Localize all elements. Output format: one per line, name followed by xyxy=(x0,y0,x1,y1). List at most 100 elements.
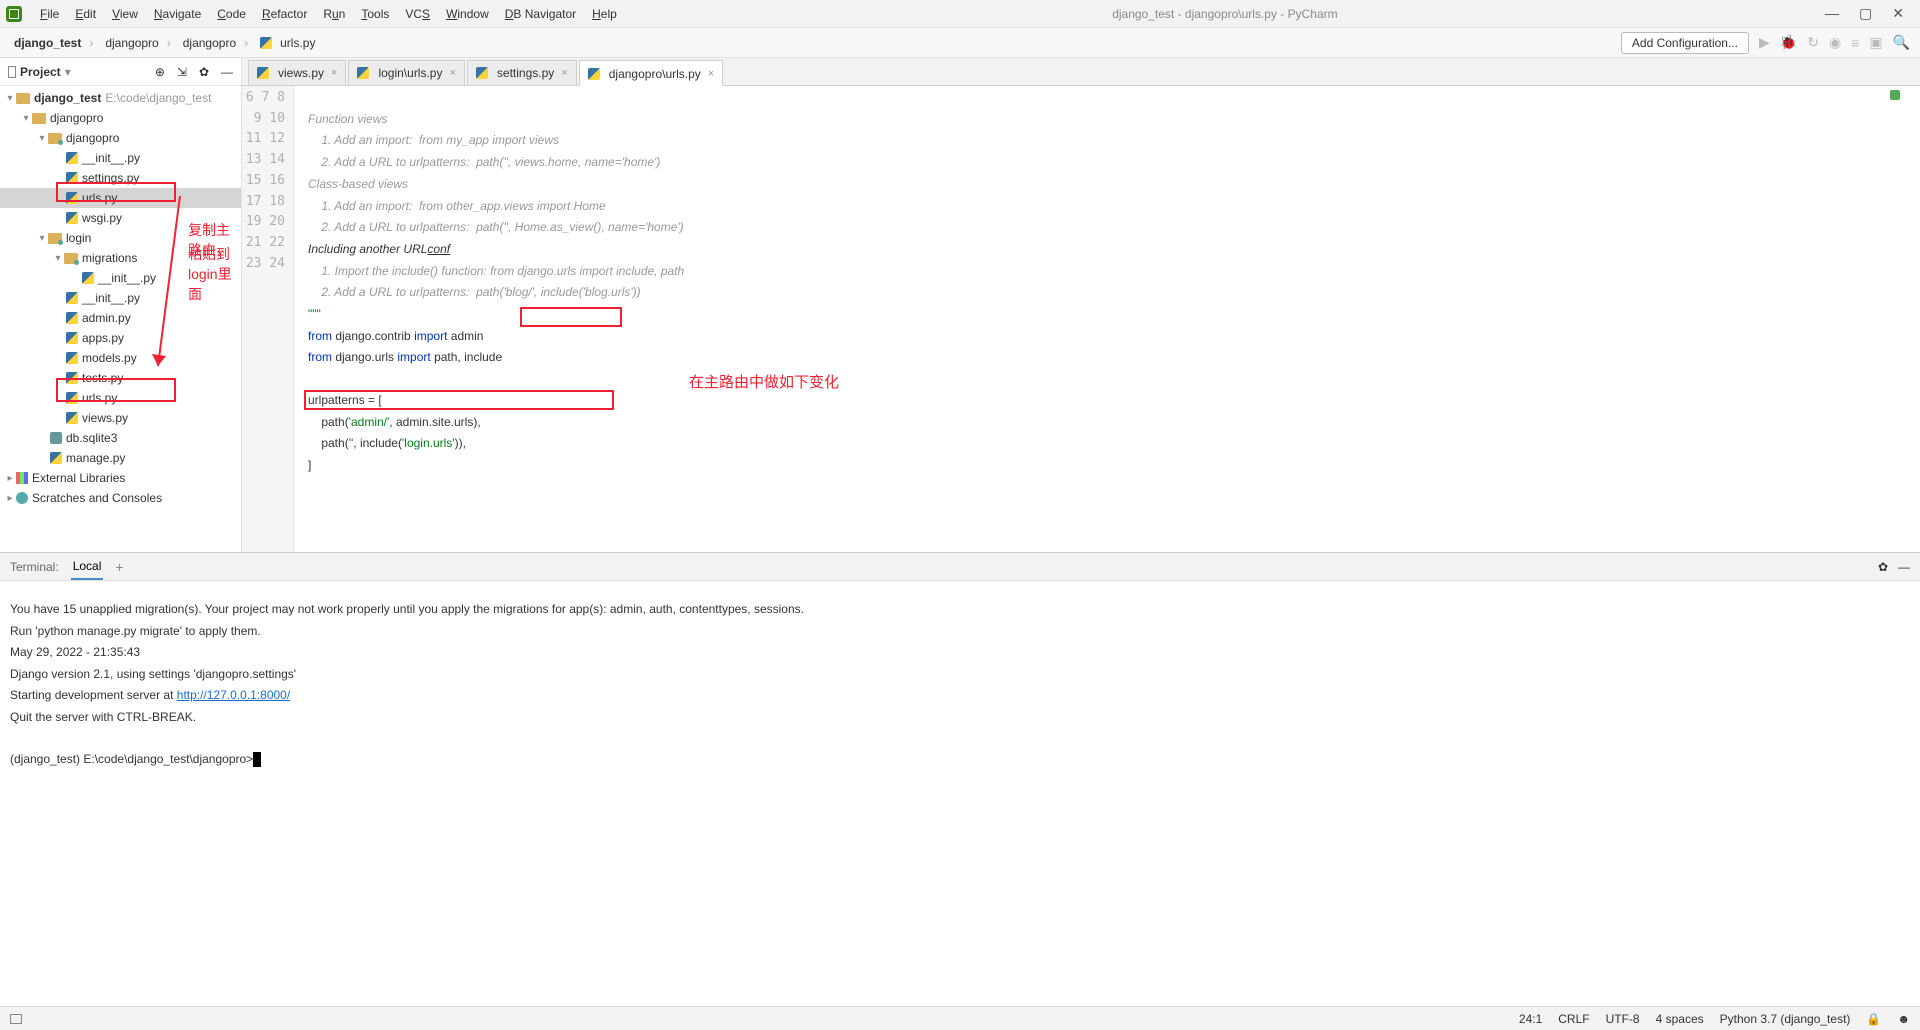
folder-icon xyxy=(16,93,30,104)
gear-icon[interactable]: ✿ xyxy=(1878,560,1888,574)
menu-edit[interactable]: Edit xyxy=(67,4,104,24)
menu-refactor[interactable]: Refactor xyxy=(254,4,315,24)
breadcrumb[interactable]: urls.py xyxy=(256,34,319,52)
project-tree[interactable]: ▾django_testE:\code\django_test ▾djangop… xyxy=(0,86,241,552)
menu-dbnav[interactable]: DB Navigator xyxy=(497,4,584,24)
search-icon[interactable]: 🔍 xyxy=(1893,34,1910,51)
close-tab-icon[interactable]: × xyxy=(449,67,455,79)
server-url-link[interactable]: http://127.0.0.1:8000/ xyxy=(177,688,290,702)
collapse-icon[interactable]: ⇲ xyxy=(177,65,187,79)
add-configuration-button[interactable]: Add Configuration... xyxy=(1621,32,1749,54)
tree-file[interactable]: __init__.py xyxy=(0,148,241,168)
add-terminal-icon[interactable]: + xyxy=(115,559,123,575)
menu-bar: File Edit View Navigate Code Refactor Ru… xyxy=(0,0,1920,28)
status-bar: 24:1 CRLF UTF-8 4 spaces Python 3.7 (dja… xyxy=(0,1006,1920,1030)
package-icon xyxy=(48,133,62,144)
project-pane-header: Project ▾ ⊕ ⇲ ✿ — xyxy=(0,58,241,86)
menu-code[interactable]: Code xyxy=(209,4,254,24)
maximize-icon[interactable]: ▢ xyxy=(1859,5,1872,22)
python-file-icon xyxy=(82,272,94,284)
python-file-icon xyxy=(66,352,78,364)
more-icon[interactable]: ▣ xyxy=(1869,34,1882,51)
tree-file[interactable]: apps.py xyxy=(0,328,241,348)
breadcrumb[interactable]: django_test xyxy=(10,34,101,52)
interpreter[interactable]: Python 3.7 (django_test) xyxy=(1720,1012,1851,1026)
editor-tabs: views.py× login\urls.py× settings.py× dj… xyxy=(242,58,1920,86)
pycharm-icon xyxy=(6,6,22,22)
menu-file[interactable]: File xyxy=(32,4,67,24)
breadcrumb[interactable]: djangopro xyxy=(101,34,178,52)
debug-icon[interactable]: 🐞 xyxy=(1780,34,1797,51)
hide-icon[interactable]: — xyxy=(1898,560,1910,574)
scratches-icon xyxy=(16,492,28,504)
python-file-icon xyxy=(66,172,78,184)
close-tab-icon[interactable]: × xyxy=(331,67,337,79)
menu-view[interactable]: View xyxy=(104,4,146,24)
database-icon xyxy=(50,432,62,444)
tree-file[interactable]: settings.py xyxy=(0,168,241,188)
code-editor[interactable]: Function views 1. Add an import: from my… xyxy=(294,86,1920,552)
editor-area: views.py× login\urls.py× settings.py× dj… xyxy=(242,58,1920,552)
tree-file[interactable]: wsgi.py xyxy=(0,208,241,228)
menu-help[interactable]: Help xyxy=(584,4,625,24)
breadcrumb[interactable]: djangopro xyxy=(179,34,256,52)
editor-tab[interactable]: settings.py× xyxy=(467,60,577,85)
folder-icon xyxy=(32,113,46,124)
editor-tab-active[interactable]: djangopro\urls.py× xyxy=(579,60,724,86)
tree-file[interactable]: models.py xyxy=(0,348,241,368)
locate-icon[interactable]: ⊕ xyxy=(155,65,165,79)
close-tab-icon[interactable]: × xyxy=(561,67,567,79)
line-gutter[interactable]: 6 7 8 9 10 11 12 13 14 15 16 17 18 19 20… xyxy=(242,86,294,552)
profile-icon[interactable]: ◉ xyxy=(1829,34,1841,51)
tool-window-icon xyxy=(8,66,16,78)
tree-file[interactable]: manage.py xyxy=(0,448,241,468)
terminal-tab-local[interactable]: Local xyxy=(71,554,104,580)
close-icon[interactable]: ✕ xyxy=(1892,5,1904,22)
python-file-icon xyxy=(66,292,78,304)
tree-file[interactable]: tests.py xyxy=(0,368,241,388)
python-file-icon xyxy=(66,372,78,384)
python-file-icon xyxy=(260,37,272,49)
python-file-icon xyxy=(50,452,62,464)
gear-icon[interactable]: ✿ xyxy=(199,65,209,79)
tree-file[interactable]: views.py xyxy=(0,408,241,428)
coverage-icon[interactable]: ↻ xyxy=(1807,34,1819,51)
python-file-icon xyxy=(66,212,78,224)
lock-icon[interactable]: 🔒 xyxy=(1866,1012,1881,1026)
menu-tools[interactable]: Tools xyxy=(353,4,397,24)
terminal-body[interactable]: You have 15 unapplied migration(s). Your… xyxy=(0,581,1920,771)
chevron-down-icon[interactable]: ▾ xyxy=(65,65,71,79)
minimize-icon[interactable]: — xyxy=(1825,5,1839,22)
tree-file[interactable]: urls.py xyxy=(0,388,241,408)
python-file-icon xyxy=(66,412,78,424)
project-pane-title[interactable]: Project xyxy=(20,65,61,79)
menu-run[interactable]: Run xyxy=(315,4,353,24)
caret-position[interactable]: 24:1 xyxy=(1519,1012,1542,1026)
indent[interactable]: 4 spaces xyxy=(1656,1012,1704,1026)
python-file-icon xyxy=(357,67,369,79)
tree-file[interactable]: __init__.py xyxy=(0,268,241,288)
package-icon xyxy=(48,233,62,244)
menu-navigate[interactable]: Navigate xyxy=(146,4,209,24)
menu-window[interactable]: Window xyxy=(438,4,497,24)
editor-tab[interactable]: views.py× xyxy=(248,60,346,85)
hide-icon[interactable]: — xyxy=(221,65,233,79)
run-icon[interactable]: ▶ xyxy=(1759,34,1770,51)
hector-icon[interactable]: ☻ xyxy=(1897,1012,1910,1026)
window-title: django_test - djangopro\urls.py - PyChar… xyxy=(625,7,1825,21)
python-file-icon xyxy=(66,332,78,344)
menu-vcs[interactable]: VCS xyxy=(397,4,438,24)
tree-file-selected[interactable]: urls.py xyxy=(0,188,241,208)
python-file-icon xyxy=(66,192,78,204)
stop-icon[interactable]: ≡ xyxy=(1851,35,1859,51)
encoding[interactable]: UTF-8 xyxy=(1606,1012,1640,1026)
python-file-icon xyxy=(257,67,269,79)
tool-windows-icon[interactable] xyxy=(10,1014,22,1024)
tree-file[interactable]: __init__.py xyxy=(0,288,241,308)
tree-file[interactable]: admin.py xyxy=(0,308,241,328)
line-sep[interactable]: CRLF xyxy=(1558,1012,1589,1026)
tree-file[interactable]: db.sqlite3 xyxy=(0,428,241,448)
editor-tab[interactable]: login\urls.py× xyxy=(348,60,464,85)
close-tab-icon[interactable]: × xyxy=(708,68,714,80)
python-file-icon xyxy=(66,152,78,164)
